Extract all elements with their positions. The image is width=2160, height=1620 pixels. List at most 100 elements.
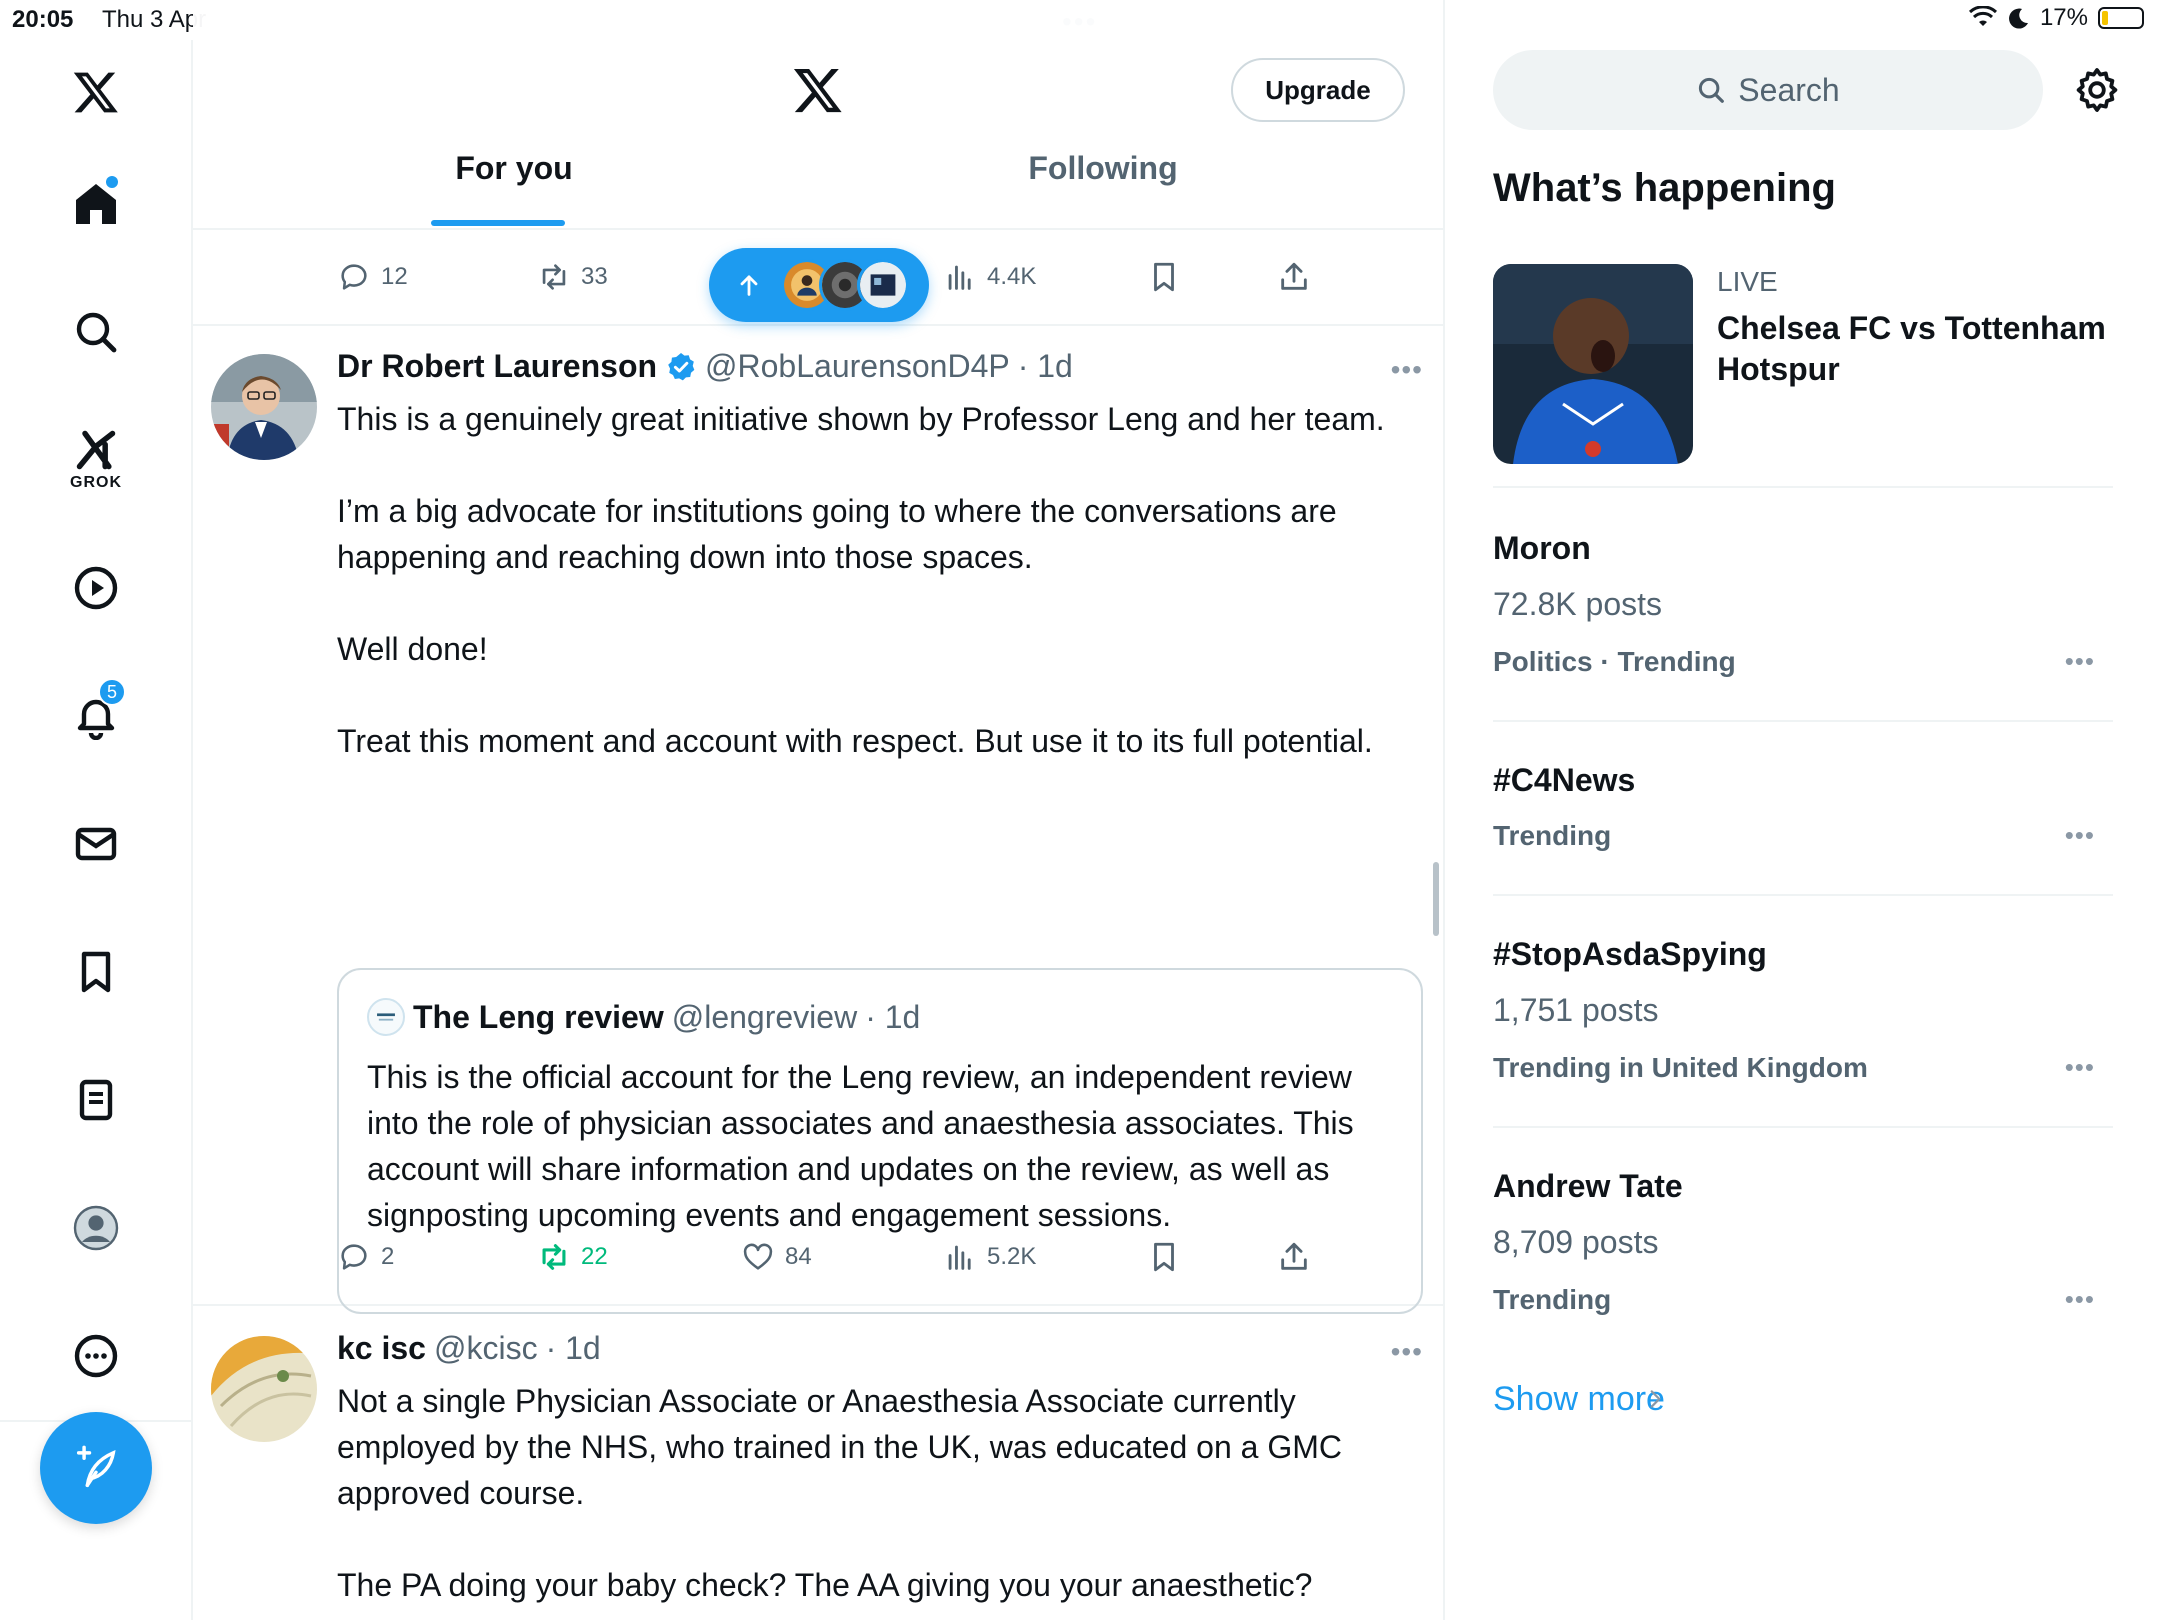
reply-button[interactable]: 2 (337, 1240, 394, 1274)
trend-post-count: 1,751 posts (1493, 992, 1659, 1028)
reply-button[interactable]: 12 (337, 260, 408, 294)
repost-button[interactable]: 33 (537, 260, 608, 294)
repost-count: 33 (581, 263, 608, 290)
search-input[interactable]: Search (1493, 50, 2043, 130)
trend-item[interactable]: #StopAsdaSpying 1,751 posts Trending in … (1493, 896, 2113, 1128)
tweet-kc-isc[interactable]: kc isc @kcisc · 1d ••• Not a single Phys… (193, 1308, 1443, 1620)
show-more-link[interactable]: Show more (1493, 1380, 1665, 1419)
author-handle[interactable]: @RobLaurensonD4P (705, 348, 1010, 385)
trend-name: Andrew Tate (1493, 1168, 1683, 1204)
x-logo-icon[interactable] (791, 64, 845, 116)
tweet-more-icon[interactable]: ••• (1391, 1336, 1423, 1368)
tweet-body: Not a single Physician Associate or Anae… (337, 1378, 1417, 1608)
home-unread-dot (106, 176, 118, 188)
active-tab-indicator (431, 220, 565, 226)
nav-bookmarks[interactable] (46, 932, 146, 1012)
tweet-header: Dr Robert Laurenson @RobLaurensonD4P · 1… (337, 348, 1073, 385)
chevron-right-icon[interactable] (1642, 1386, 1668, 1412)
share-button[interactable] (1277, 1240, 1311, 1274)
trend-name: Moron (1493, 530, 1591, 566)
repost-button[interactable]: 22 (537, 1240, 608, 1274)
search-icon (76, 312, 117, 353)
reply-count: 2 (381, 1243, 395, 1270)
tweet-paragraph: This is a genuinely great initiative sho… (337, 401, 1385, 437)
tweet-time[interactable]: · 1d (1018, 348, 1073, 385)
bookmark-button[interactable] (1147, 260, 1181, 294)
avatar[interactable] (211, 1336, 317, 1442)
bookmark-button[interactable] (1147, 1240, 1181, 1274)
quote-header: The Leng review @lengreview · 1d (367, 998, 920, 1036)
nav-grok[interactable]: GROK (46, 420, 146, 500)
trend-more-icon[interactable]: ••• (2065, 820, 2095, 851)
upgrade-button[interactable]: Upgrade (1231, 58, 1405, 122)
search-icon (1699, 77, 1725, 103)
tweet-robert-laurenson[interactable]: Dr Robert Laurenson @RobLaurensonD4P · 1… (193, 326, 1443, 1314)
nav-messages[interactable] (46, 804, 146, 884)
new-post-avatar-3 (857, 259, 909, 311)
tweet-paragraph: I’m a big advocate for institutions goin… (337, 493, 1337, 575)
nav-profile[interactable] (46, 1188, 146, 1268)
x-logo-svg (73, 72, 118, 113)
quote-avatar (367, 998, 405, 1036)
tweet-more-icon[interactable]: ••• (1391, 354, 1423, 386)
views-button[interactable]: 4.4K (943, 260, 1036, 294)
bookmark-icon (1154, 1242, 1174, 1272)
share-button[interactable] (1277, 260, 1311, 294)
tweet-body: This is a genuinely great initiative sho… (337, 396, 1417, 764)
heart-icon (743, 1243, 773, 1270)
compose-post-button[interactable] (40, 1412, 152, 1524)
author-handle[interactable]: @kcisc (434, 1330, 538, 1367)
nav-explore[interactable] (46, 292, 146, 372)
nav-more[interactable] (46, 1316, 146, 1396)
compose-feather-icon (76, 1445, 116, 1488)
reply-icon (341, 1244, 367, 1270)
live-event-card[interactable]: LIVE Chelsea FC vs Tottenham Hotspur (1493, 264, 2113, 488)
nav-video[interactable] (46, 548, 146, 628)
envelope-icon (75, 827, 117, 861)
author-name[interactable]: Dr Robert Laurenson (337, 348, 657, 385)
trend-more-icon[interactable]: ••• (2065, 1284, 2095, 1315)
trend-item[interactable]: Andrew Tate 8,709 posts Trending ••• (1493, 1128, 2113, 1354)
quote-author-name: The Leng review (413, 998, 664, 1035)
views-count: 4.4K (987, 263, 1037, 290)
nav-lists[interactable] (46, 1060, 146, 1140)
trend-item[interactable]: #C4News Trending ••• (1493, 722, 2113, 896)
list-document-icon (79, 1079, 113, 1121)
settings-gear-icon[interactable] (2073, 66, 2121, 114)
tab-following[interactable]: Following (1003, 150, 1203, 230)
trend-more-icon[interactable]: ••• (2065, 1052, 2095, 1083)
avatar[interactable] (211, 354, 317, 460)
timeline-scrollbar[interactable] (1433, 862, 1439, 936)
main-timeline: Upgrade For you Following 12 33 4.4K Dr … (193, 0, 1445, 1620)
trend-more-icon[interactable]: ••• (2065, 646, 2095, 677)
new-posts-pill[interactable] (709, 248, 929, 322)
author-name[interactable]: kc isc (337, 1330, 426, 1367)
live-label: LIVE (1717, 266, 1778, 297)
repost-count: 22 (581, 1243, 608, 1270)
whats-happening-title: What’s happening (1493, 166, 1836, 210)
nav-home[interactable] (46, 164, 146, 244)
like-button[interactable]: 84 (741, 1240, 812, 1274)
live-event-photo (1493, 264, 1693, 464)
x-logo-icon[interactable] (46, 52, 146, 132)
nav-notifications[interactable]: 5 (46, 676, 146, 756)
tweet-time[interactable]: · 1d (546, 1330, 601, 1367)
views-bar-chart-icon (948, 265, 971, 290)
tweet-paragraph: The PA doing your baby check? The AA giv… (337, 1567, 1313, 1603)
trend-item[interactable]: Moron 72.8K posts Politics · Trending ••… (1493, 490, 2113, 722)
status-date: Thu 3 Apr (102, 6, 207, 33)
trend-category: Trending (1493, 820, 1612, 851)
reply-count: 12 (381, 263, 408, 290)
quoted-tweet[interactable]: The Leng review @lengreview · 1d This is… (337, 968, 1423, 1314)
trend-post-count: 8,709 posts (1493, 1224, 1659, 1260)
quote-body: This is the official account for the Len… (367, 1059, 1354, 1233)
status-time: 20:05 (12, 6, 74, 33)
trend-post-count: 72.8K posts (1493, 586, 1662, 622)
more-circle-icon (74, 1334, 118, 1378)
tab-for-you[interactable]: For you (429, 150, 599, 230)
reply-icon (341, 264, 367, 290)
trend-name: #C4News (1493, 762, 1636, 798)
verified-badge-icon (668, 352, 695, 380)
avatar-robert-image (211, 354, 317, 460)
views-button[interactable]: 5.2K (943, 1240, 1036, 1274)
